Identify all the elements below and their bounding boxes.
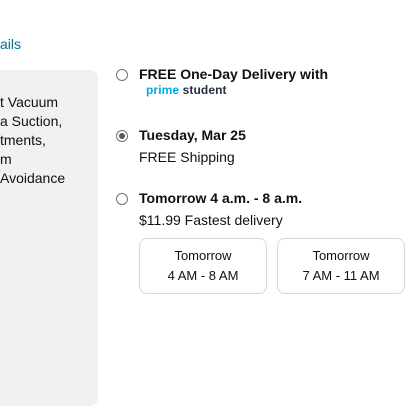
slot-day: Tomorrow <box>174 248 232 263</box>
slot-button-4am-8am[interactable]: Tomorrow 4 AM - 8 AM <box>139 238 267 294</box>
slot-time: 4 AM - 8 AM <box>167 268 239 283</box>
fastest-title: Tomorrow 4 a.m. - 8 a.m. <box>139 190 303 206</box>
radio-standard[interactable] <box>116 130 128 142</box>
standard-subtitle: FREE Shipping <box>139 149 235 165</box>
product-desc-line: t Vacuum <box>0 94 59 110</box>
slot-day: Tomorrow <box>312 248 370 263</box>
slot-button-7am-11am[interactable]: Tomorrow 7 AM - 11 AM <box>277 238 405 294</box>
product-desc-line: a Suction, <box>0 113 63 129</box>
fastest-subtitle: $11.99 Fastest delivery <box>139 212 283 228</box>
one-day-title: FREE One-Day Delivery with <box>139 66 329 82</box>
details-link[interactable]: ails <box>0 36 21 52</box>
delivery-page: ails t Vacuum a Suction, tments, m Avoid… <box>0 0 420 420</box>
product-desc-line: m <box>0 151 12 167</box>
slot-time: 7 AM - 11 AM <box>302 268 380 283</box>
product-desc-line: Avoidance <box>0 170 66 186</box>
student-logo-text: student <box>182 83 227 97</box>
radio-one-day[interactable] <box>116 69 128 81</box>
radio-fastest[interactable] <box>116 193 128 205</box>
prime-student-logo: prime student <box>146 83 227 97</box>
product-description: t Vacuum a Suction, tments, m Avoidance <box>0 93 96 188</box>
standard-title: Tuesday, Mar 25 <box>139 127 246 143</box>
prime-logo-text: prime <box>146 83 180 97</box>
product-desc-line: tments, <box>0 132 46 148</box>
